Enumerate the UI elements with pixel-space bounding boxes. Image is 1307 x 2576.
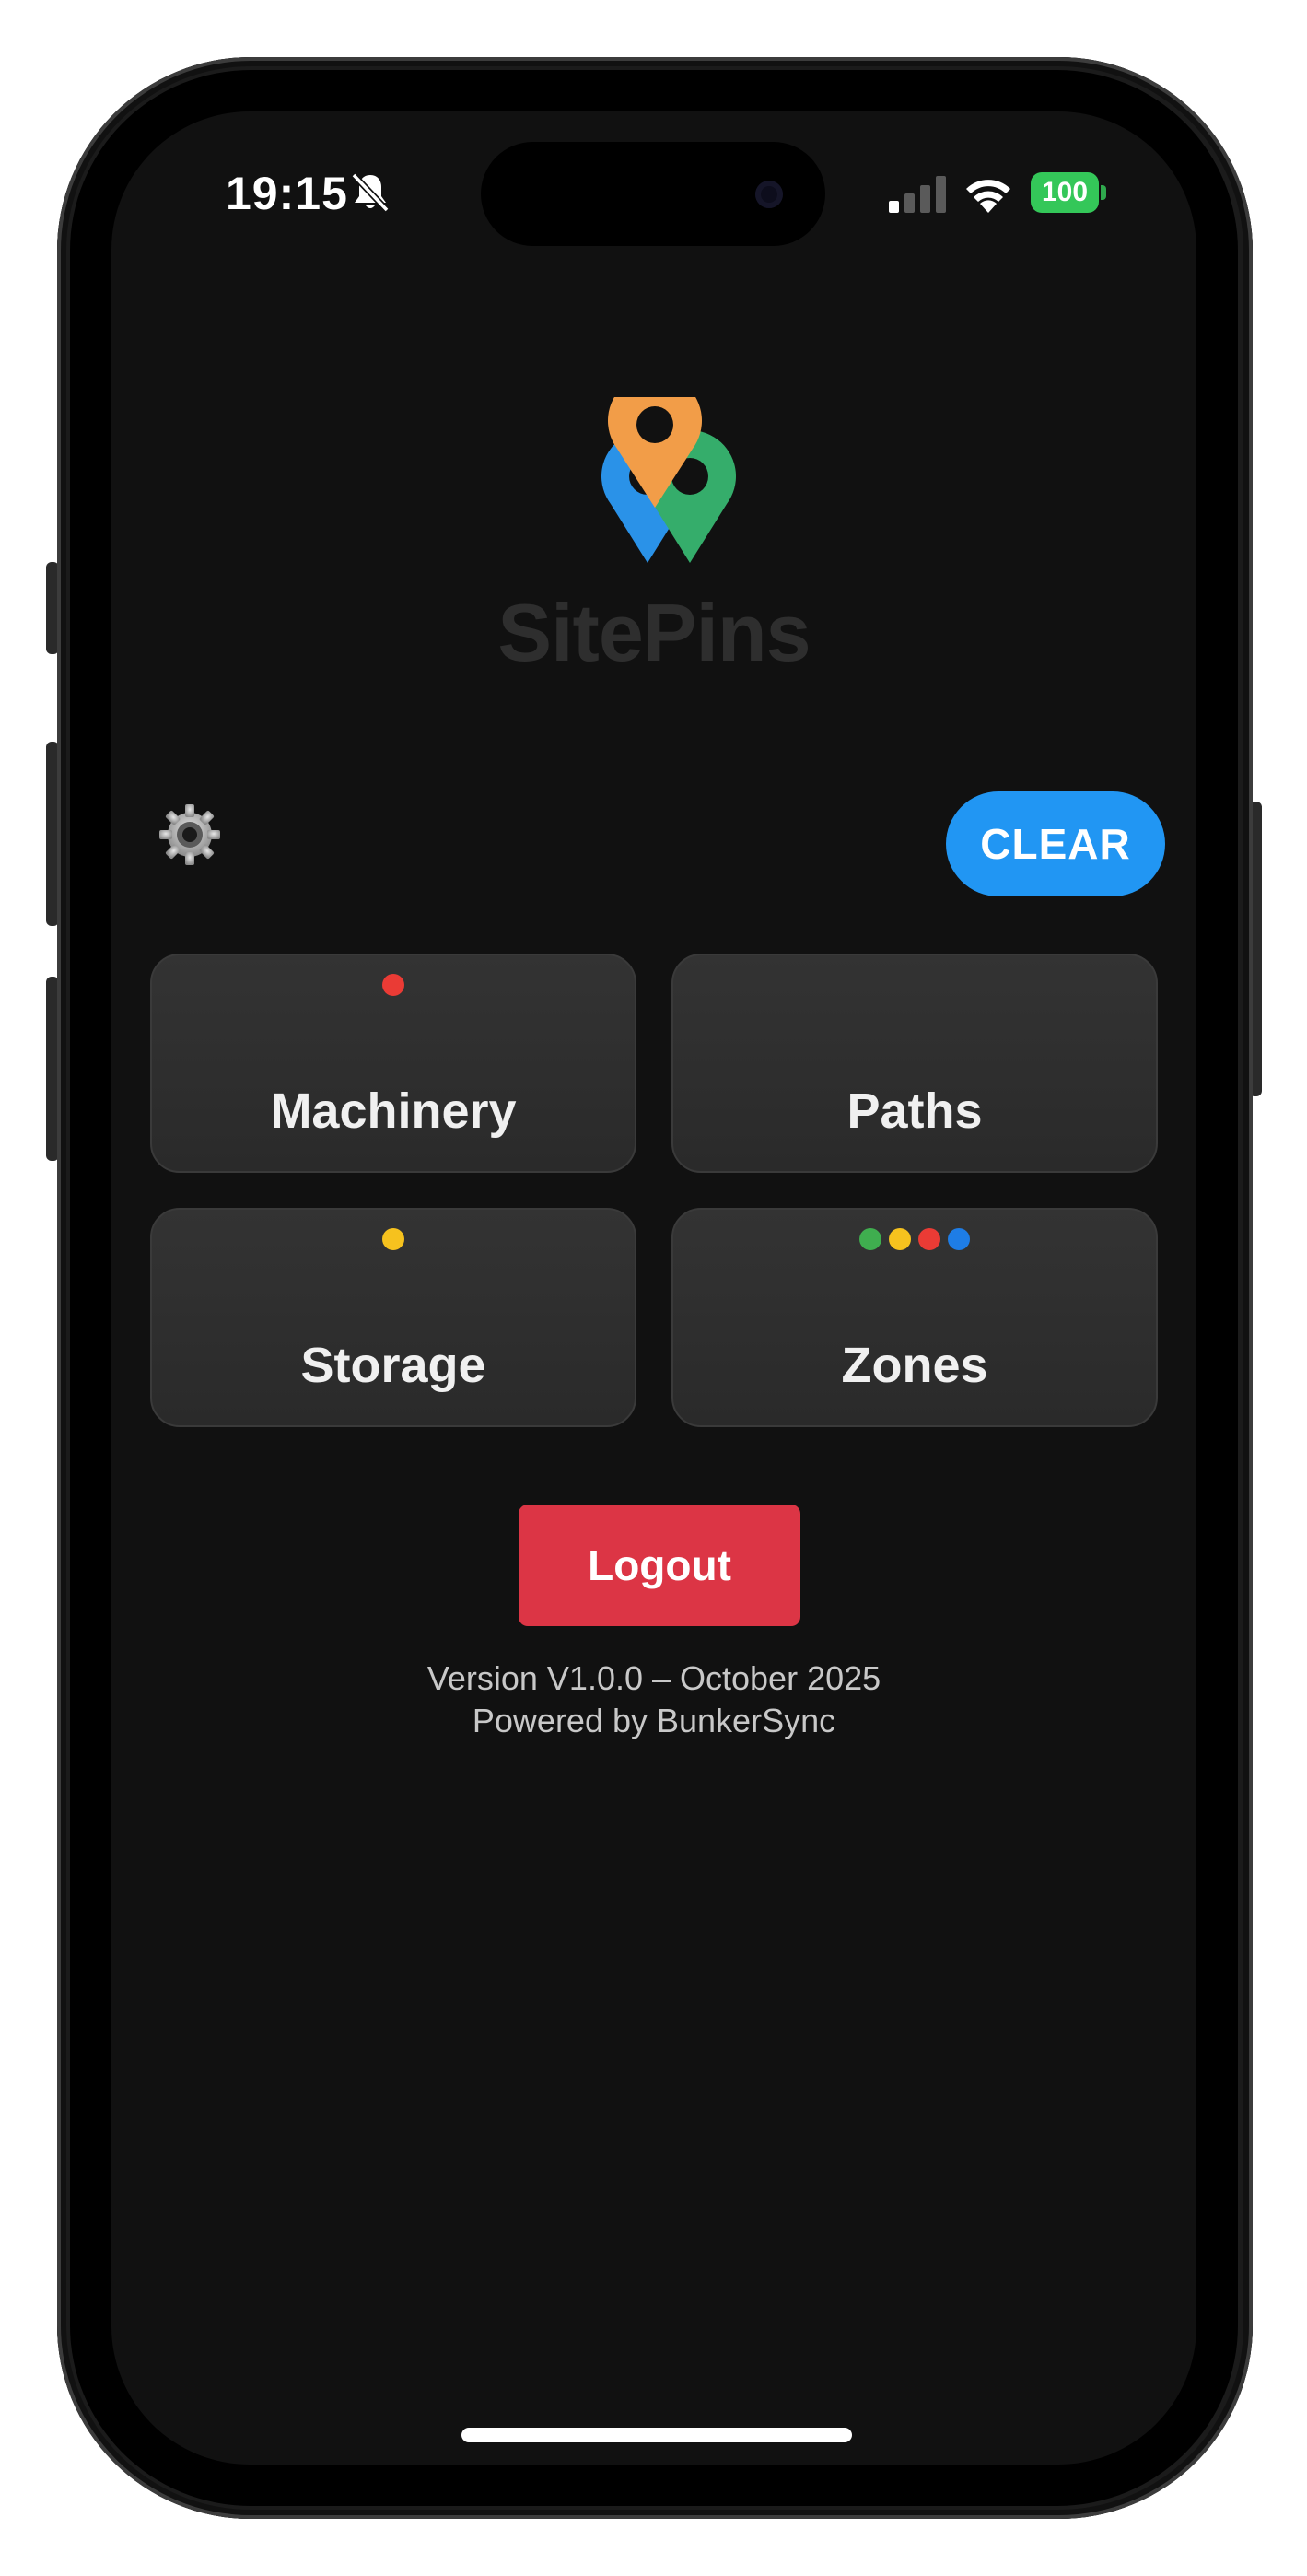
sitepins-logo-icon: [601, 397, 736, 563]
pin-dot: [382, 974, 404, 996]
status-time: 19:15: [226, 168, 348, 219]
tile-label: Paths: [846, 1083, 983, 1139]
dynamic-island: [481, 142, 825, 246]
pin-dot: [859, 1228, 881, 1250]
gear-icon[interactable]: [158, 802, 222, 867]
pin-dot: [918, 1228, 940, 1250]
tile-label: Zones: [841, 1338, 988, 1393]
bell-slash-icon: [351, 172, 390, 213]
powered-by-text: Powered by BunkerSync: [472, 1702, 836, 1739]
pin-color-dots: [673, 1228, 1156, 1252]
logout-button[interactable]: Logout: [519, 1505, 800, 1626]
battery-level: 100: [1031, 172, 1099, 213]
pin-dot: [889, 1228, 911, 1250]
tile-label: Storage: [300, 1338, 486, 1393]
home-indicator[interactable]: [461, 2428, 852, 2442]
tile-paths[interactable]: Paths: [671, 954, 1158, 1173]
battery-icon: 100: [1031, 172, 1106, 213]
tile-storage[interactable]: Storage: [150, 1208, 636, 1427]
tile-zones[interactable]: Zones: [671, 1208, 1158, 1427]
pin-color-dots: [673, 974, 1156, 998]
version-text: Version V1.0.0 – October 2025: [426, 1659, 881, 1697]
camera-icon: [755, 181, 783, 208]
wifi-icon: [966, 180, 1010, 213]
signal-icon: [889, 176, 946, 213]
tile-label: Machinery: [270, 1083, 517, 1139]
tile-machinery[interactable]: Machinery: [150, 954, 636, 1173]
pin-dot: [948, 1228, 970, 1250]
pin-color-dots: [152, 974, 635, 998]
pin-color-dots: [152, 1228, 635, 1252]
pin-dot: [382, 1228, 404, 1250]
clear-button[interactable]: CLEAR: [946, 791, 1165, 896]
battery-cap: [1101, 185, 1106, 200]
app-screen: 19:15 100 SitePins CLEAR Machinery Paths…: [111, 111, 1196, 2465]
app-title: SitePins: [497, 587, 811, 678]
